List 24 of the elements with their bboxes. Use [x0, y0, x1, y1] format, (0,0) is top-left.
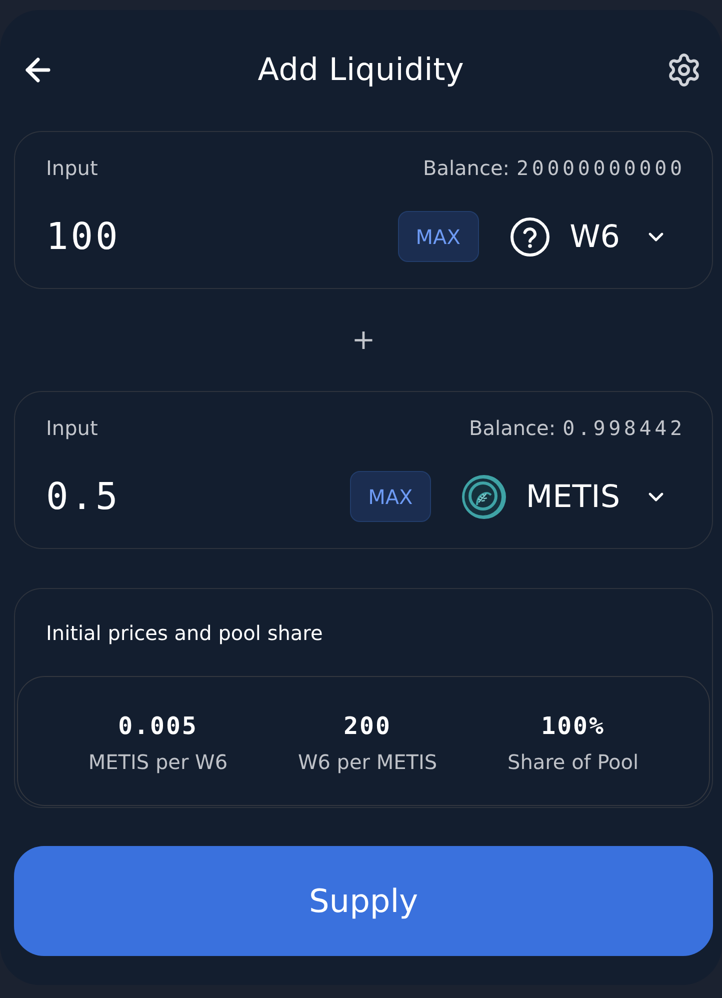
question-mark-icon [510, 216, 550, 256]
token-select-button[interactable]: W6 [510, 211, 682, 262]
balance-label: Balance: [469, 416, 556, 440]
stat-value: 0.005 [118, 712, 198, 740]
stat-label: W6 per METIS [298, 750, 438, 774]
supply-button[interactable]: Supply [14, 846, 713, 956]
max-button[interactable]: MAX [398, 211, 479, 262]
stat-value: 200 [344, 712, 392, 740]
stat-label: METIS per W6 [88, 750, 228, 774]
stat-value: 100% [541, 712, 605, 740]
prices-title: Initial prices and pool share [46, 621, 323, 645]
plus-sign: + [352, 326, 376, 354]
amount-input[interactable]: 100 [46, 211, 398, 262]
page-title: Add Liquidity [258, 52, 464, 88]
input-label: Input [46, 416, 98, 440]
balance-label: Balance: [423, 156, 510, 180]
coin-logo-icon [462, 474, 506, 518]
amount-input[interactable]: 0.5 [46, 471, 350, 522]
token-select-button[interactable]: METIS [462, 471, 682, 522]
balance-value: 20000000000 [516, 156, 686, 180]
balance-value: 0.998442 [562, 416, 686, 440]
max-button[interactable]: MAX [350, 471, 431, 522]
input-label: Input [46, 156, 98, 180]
stat-label: Share of Pool [508, 750, 639, 774]
